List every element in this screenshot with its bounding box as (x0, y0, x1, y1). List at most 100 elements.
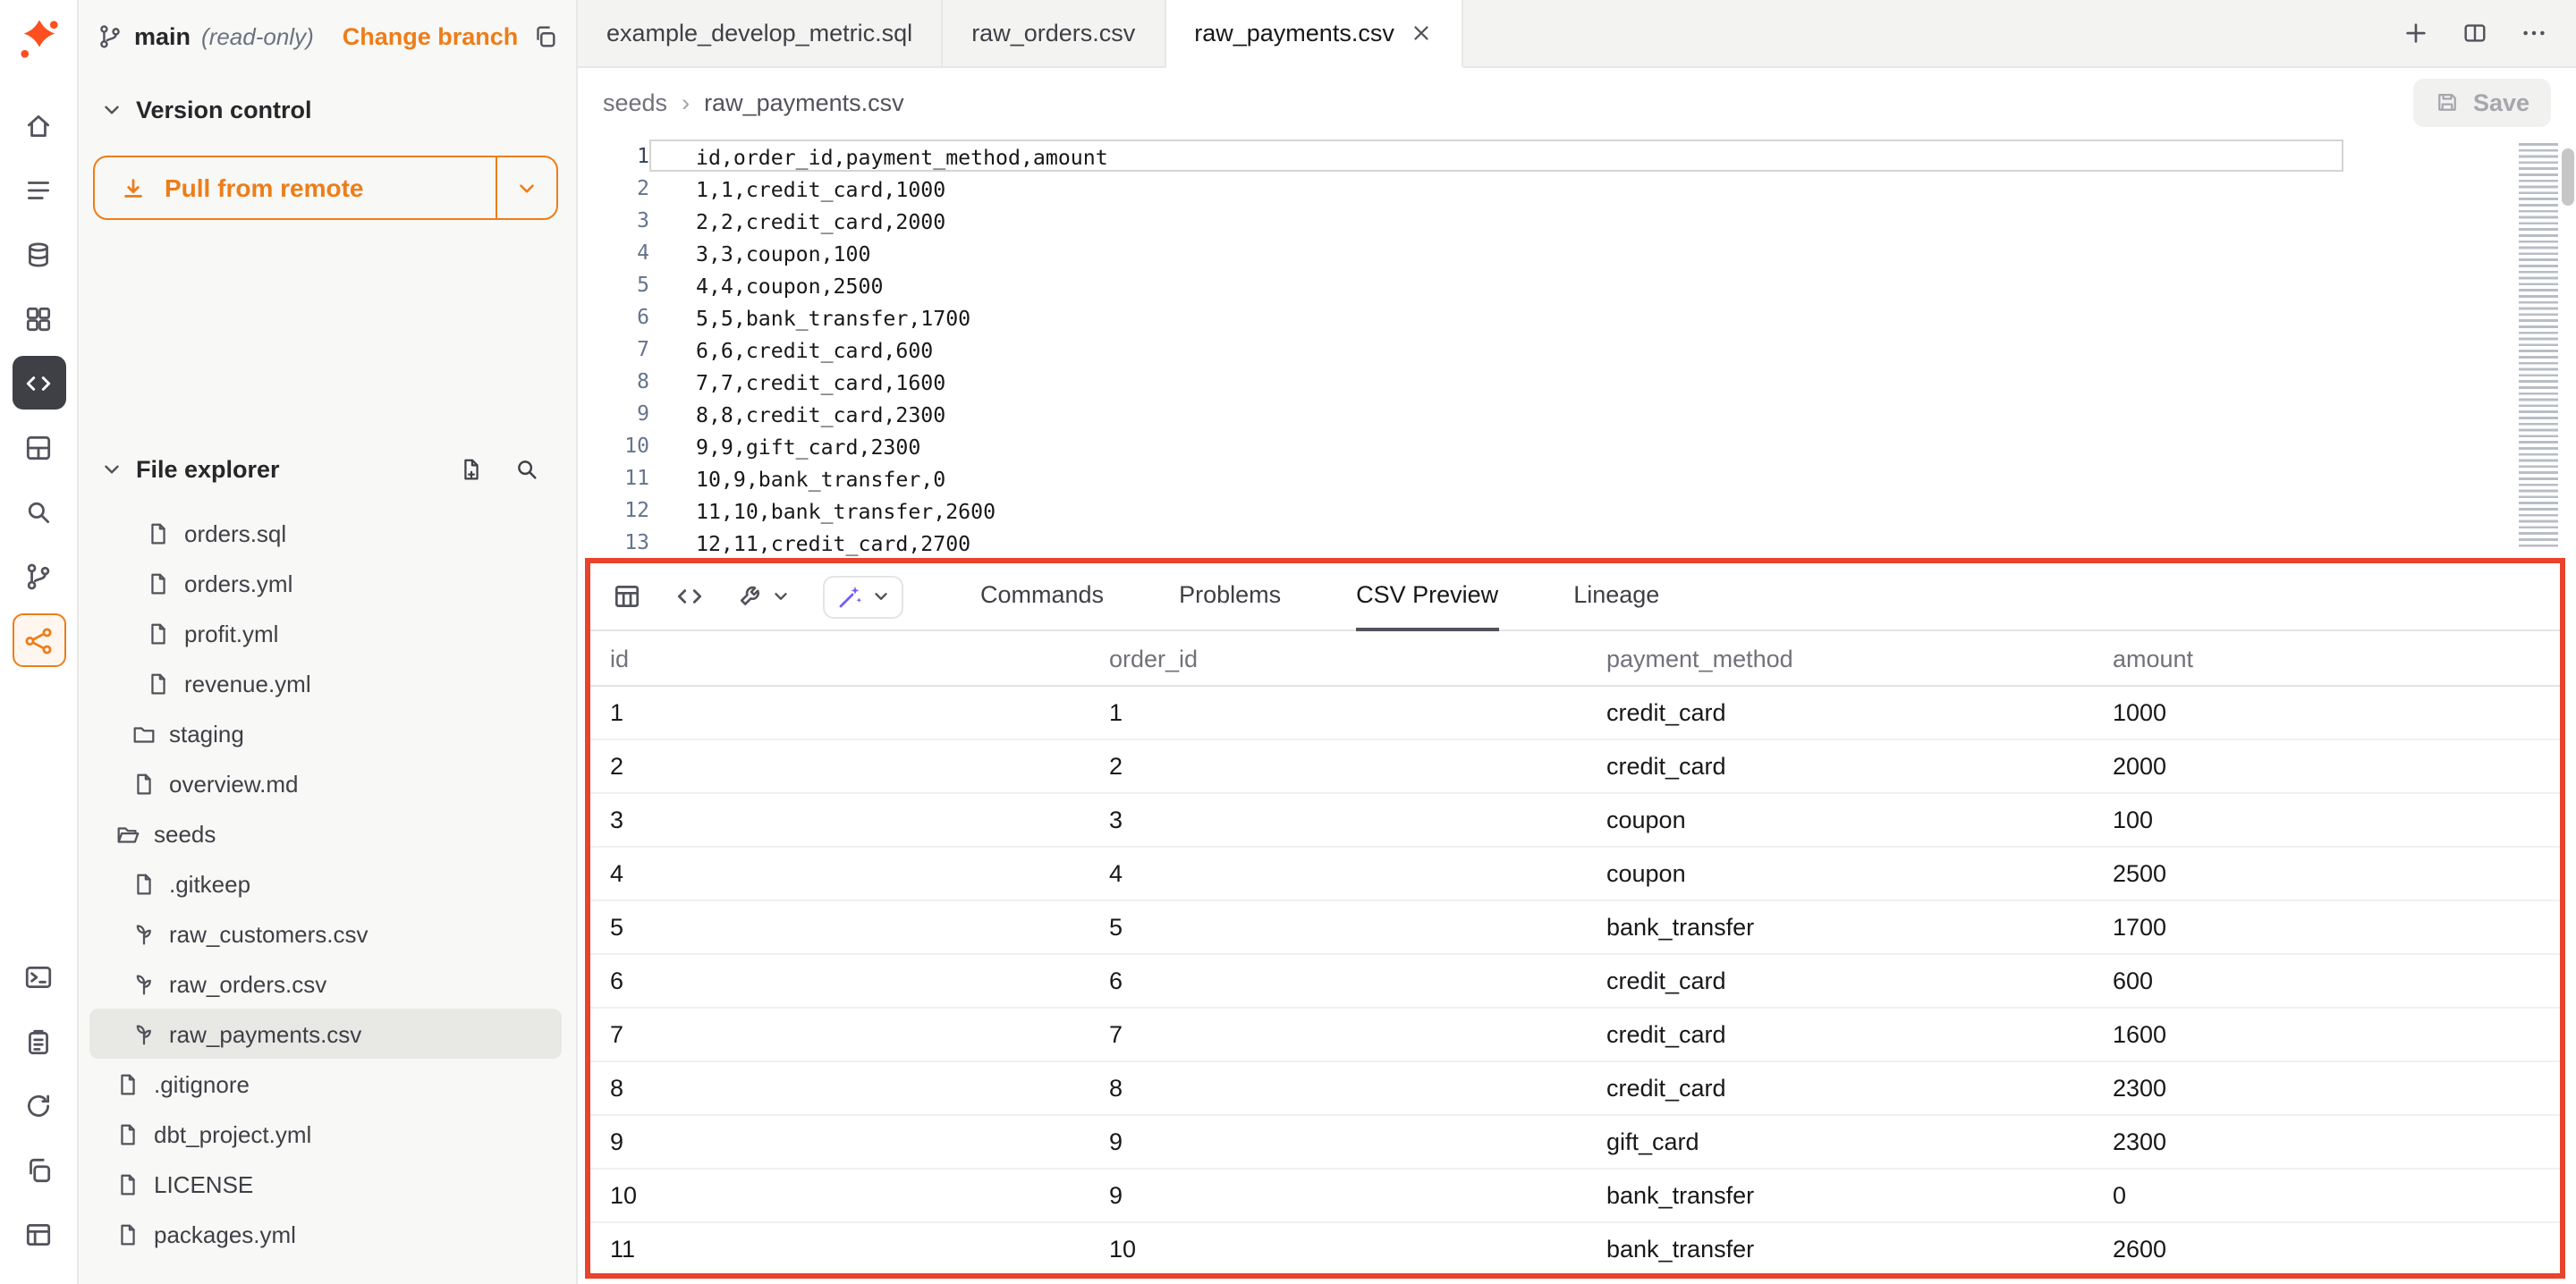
line-number: 1 (578, 139, 649, 172)
file-tree-item[interactable]: packages.yml (89, 1209, 562, 1259)
line-text: 8,8,credit_card,2300 (696, 402, 945, 427)
scrollbar-thumb[interactable] (2562, 148, 2574, 206)
table-row[interactable]: 109bank_transfer0 (590, 1170, 2560, 1223)
editor-line[interactable]: 3 2,2,credit_card,2000 (578, 204, 2576, 236)
tab-bar-tabs: example_develop_metric.sql raw_orders.cs… (578, 0, 1464, 66)
editor-line[interactable]: 7 6,6,credit_card,600 (578, 333, 2576, 365)
new-file-icon[interactable] (458, 456, 485, 483)
editor-tab[interactable]: raw_payments.csv (1165, 0, 1464, 68)
editor-line[interactable]: 10 9,9,gift_card,2300 (578, 429, 2576, 461)
new-tab-icon[interactable] (2402, 20, 2429, 46)
search-files-icon[interactable] (513, 456, 540, 483)
pull-options-button[interactable] (496, 157, 556, 218)
apps-grid-icon[interactable] (12, 1207, 65, 1261)
bottom-panel-tab[interactable]: Commands (980, 562, 1104, 630)
file-tree-item[interactable]: seeds (89, 808, 562, 858)
bottom-panel-tab[interactable]: Lineage (1573, 562, 1659, 630)
bottom-panel-tab[interactable]: Problems (1179, 562, 1281, 630)
table-cell: 6 (1109, 967, 1606, 994)
run-history-icon[interactable] (12, 163, 65, 216)
dashboard-icon[interactable] (12, 291, 65, 345)
file-tree-item[interactable]: raw_orders.csv (89, 959, 562, 1009)
change-branch-link[interactable]: Change branch (343, 22, 519, 49)
minimap[interactable] (2519, 143, 2558, 547)
editor-scrollbar[interactable] (2562, 139, 2574, 554)
bottom-panel-tab[interactable]: CSV Preview (1356, 562, 1498, 630)
line-text: 10,9,bank_transfer,0 (696, 467, 945, 492)
editor-line[interactable]: 12 11,10,bank_transfer,2600 (578, 494, 2576, 526)
file-tree-item[interactable]: orders.yml (89, 558, 562, 608)
split-editor-icon[interactable] (2462, 20, 2488, 46)
code-editor[interactable]: 1 id,order_id,payment_method,amount 2 1,… (578, 136, 2576, 558)
file-tree-item[interactable]: overview.md (89, 758, 562, 808)
copilot-wand-button[interactable] (823, 575, 903, 618)
branch-rail-icon[interactable] (12, 549, 65, 603)
file-explorer-header: File explorer (79, 456, 576, 494)
lineage-icon[interactable] (12, 613, 65, 667)
table-view-icon[interactable] (612, 581, 642, 612)
terminal-icon[interactable] (12, 950, 65, 1003)
file-tree-item[interactable]: profit.yml (89, 608, 562, 658)
file-tree-item[interactable]: raw_customers.csv (89, 908, 562, 959)
table-cell: 4 (1109, 860, 1606, 887)
table-cell: 2300 (2113, 1128, 2560, 1155)
logs-icon[interactable] (12, 1014, 65, 1068)
chevron-down-icon[interactable] (100, 98, 123, 122)
file-tree-item[interactable]: revenue.yml (89, 658, 562, 708)
table-cell: bank_transfer (1606, 1236, 2113, 1263)
breadcrumb-folder[interactable]: seeds (603, 89, 667, 115)
editor-line[interactable]: 13 12,11,credit_card,2700 (578, 526, 2576, 558)
warehouse-icon[interactable] (12, 227, 65, 281)
table-row[interactable]: 44coupon2500 (590, 848, 2560, 901)
file-tree-item[interactable]: staging (89, 708, 562, 758)
editor-line[interactable]: 6 5,5,bank_transfer,1700 (578, 300, 2576, 333)
table-row[interactable]: 88credit_card2300 (590, 1062, 2560, 1116)
table-row[interactable]: 22credit_card2000 (590, 740, 2560, 794)
table-row[interactable]: 33coupon100 (590, 794, 2560, 848)
file-icon (114, 1221, 141, 1247)
file-tree-item[interactable]: LICENSE (89, 1159, 562, 1209)
line-text: 7,7,credit_card,1600 (696, 370, 945, 395)
build-tools-icon[interactable] (737, 582, 791, 611)
file-tree-item[interactable]: raw_payments.csv (89, 1009, 562, 1059)
copy-branch-icon[interactable] (531, 22, 558, 49)
editor-line[interactable]: 5 4,4,coupon,2500 (578, 268, 2576, 300)
table-row[interactable]: 55bank_transfer1700 (590, 901, 2560, 955)
editor-line[interactable]: 9 8,8,credit_card,2300 (578, 397, 2576, 429)
more-options-icon[interactable] (2521, 20, 2547, 46)
close-tab-icon[interactable] (1411, 21, 1434, 45)
git-sync-icon[interactable] (12, 1078, 65, 1132)
develop-editor-icon[interactable] (12, 356, 65, 410)
table-cell: 7 (1109, 1021, 1606, 1048)
file-tree-item[interactable]: .gitkeep (89, 858, 562, 908)
explore-search-icon[interactable] (12, 485, 65, 538)
copy-rail-icon[interactable] (12, 1143, 65, 1196)
csv-preview-table: idorder_idpayment_methodamount 11credit_… (590, 631, 2560, 1273)
editor-tab[interactable]: raw_orders.csv (943, 0, 1165, 68)
home-icon[interactable] (12, 98, 65, 152)
breadcrumb-file: raw_payments.csv (704, 89, 904, 115)
file-tree-item[interactable]: .gitignore (89, 1059, 562, 1109)
table-row[interactable]: 66credit_card600 (590, 955, 2560, 1009)
editor-line[interactable]: 1 id,order_id,payment_method,amount (578, 139, 2576, 172)
editor-line[interactable]: 2 1,1,credit_card,1000 (578, 172, 2576, 204)
table-row[interactable]: 99gift_card2300 (590, 1116, 2560, 1170)
file-tree-item[interactable]: orders.sql (89, 508, 562, 558)
line-number: 6 (578, 300, 649, 333)
panels-icon[interactable] (12, 420, 65, 474)
table-cell: bank_transfer (1606, 1182, 2113, 1209)
pull-from-remote-button[interactable]: Pull from remote (95, 157, 496, 218)
table-row[interactable]: 77credit_card1600 (590, 1009, 2560, 1062)
editor-tab[interactable]: example_develop_metric.sql (578, 0, 943, 68)
editor-line[interactable]: 11 10,9,bank_transfer,0 (578, 461, 2576, 494)
chevron-down-icon (871, 587, 891, 606)
editor-line[interactable]: 4 3,3,coupon,100 (578, 236, 2576, 268)
code-view-icon[interactable] (674, 581, 705, 612)
save-button[interactable]: Save (2414, 78, 2551, 126)
chevron-down-icon[interactable] (100, 458, 123, 481)
file-tree-item[interactable]: dbt_project.yml (89, 1109, 562, 1159)
table-row[interactable]: 1110bank_transfer2600 (590, 1223, 2560, 1273)
table-row[interactable]: 11credit_card1000 (590, 687, 2560, 740)
line-number: 10 (578, 429, 649, 461)
editor-line[interactable]: 8 7,7,credit_card,1600 (578, 365, 2576, 397)
